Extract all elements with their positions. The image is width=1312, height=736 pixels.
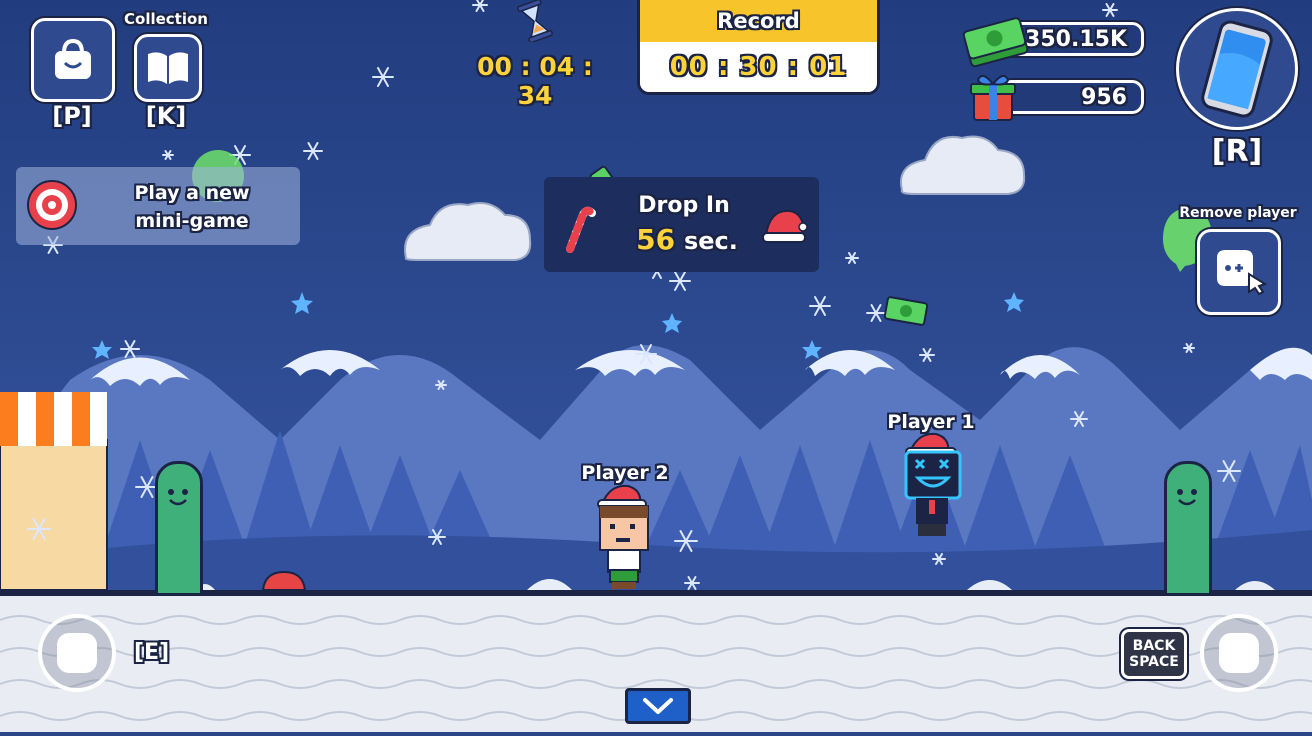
drop-countdown: 56 sec. (632, 223, 742, 256)
action-button[interactable] (1200, 614, 1278, 692)
shop-key-hint: [P] (52, 102, 92, 130)
backspace-label-line2: SPACE (1129, 654, 1179, 670)
backspace-label-line1: BACK (1132, 638, 1176, 654)
shop-button[interactable] (31, 18, 115, 102)
remove-player-label: Remove player (1179, 205, 1297, 221)
smiley-face-icon (1177, 489, 1197, 506)
expand-down-button[interactable] (625, 688, 691, 724)
drop-seconds: 56 (636, 223, 676, 256)
player-1-character (904, 432, 962, 536)
gift-box-icon (970, 74, 1016, 121)
candy-cane-icon (566, 206, 596, 253)
session-timer: 00 : 04 : 34 (477, 52, 593, 110)
target-icon (27, 180, 77, 230)
drop-in-panel: Drop In 56 sec. (544, 177, 819, 272)
smiley-face-icon (168, 489, 188, 506)
cash-stack-icon (962, 17, 1029, 68)
record-title: Record (640, 0, 877, 42)
book-icon (148, 52, 188, 84)
collection-key-hint: [K] (145, 102, 187, 130)
remove-player-icon (1217, 250, 1267, 296)
game-scene: [P] Collection [K] 00 : 04 : 34 Record 0… (0, 0, 1312, 732)
chevron-down-icon (643, 698, 673, 714)
record-panel: Record 00 : 30 : 01 (637, 0, 880, 95)
player-2-name: Player 2 (581, 462, 669, 484)
remove-player-button[interactable] (1197, 229, 1281, 315)
drop-title: Drop In (638, 193, 730, 218)
gift-counter: 956 (1000, 80, 1144, 114)
player-2-character (597, 484, 649, 589)
minigame-label: Play a new mini-game (134, 182, 250, 232)
collection-title: Collection (124, 10, 208, 28)
shopping-bag-icon (55, 38, 91, 79)
collection-button[interactable] (134, 34, 202, 102)
interact-button[interactable] (38, 614, 116, 692)
santa-hat-icon (762, 209, 808, 243)
green-tube-right (1164, 461, 1212, 596)
phone-icon (1201, 20, 1273, 118)
minigame-panel[interactable]: Play a new mini-game (16, 167, 300, 245)
phone-key-hint: [R] (1211, 134, 1263, 169)
green-tube-left (155, 461, 203, 596)
record-time: 00 : 30 : 01 (669, 52, 848, 82)
phone-button[interactable] (1176, 8, 1298, 130)
hourglass-icon (517, 0, 553, 42)
drop-unit: sec. (683, 227, 738, 255)
backspace-key-hint: BACK SPACE (1121, 629, 1187, 679)
interact-key-hint: [E] (134, 640, 170, 665)
